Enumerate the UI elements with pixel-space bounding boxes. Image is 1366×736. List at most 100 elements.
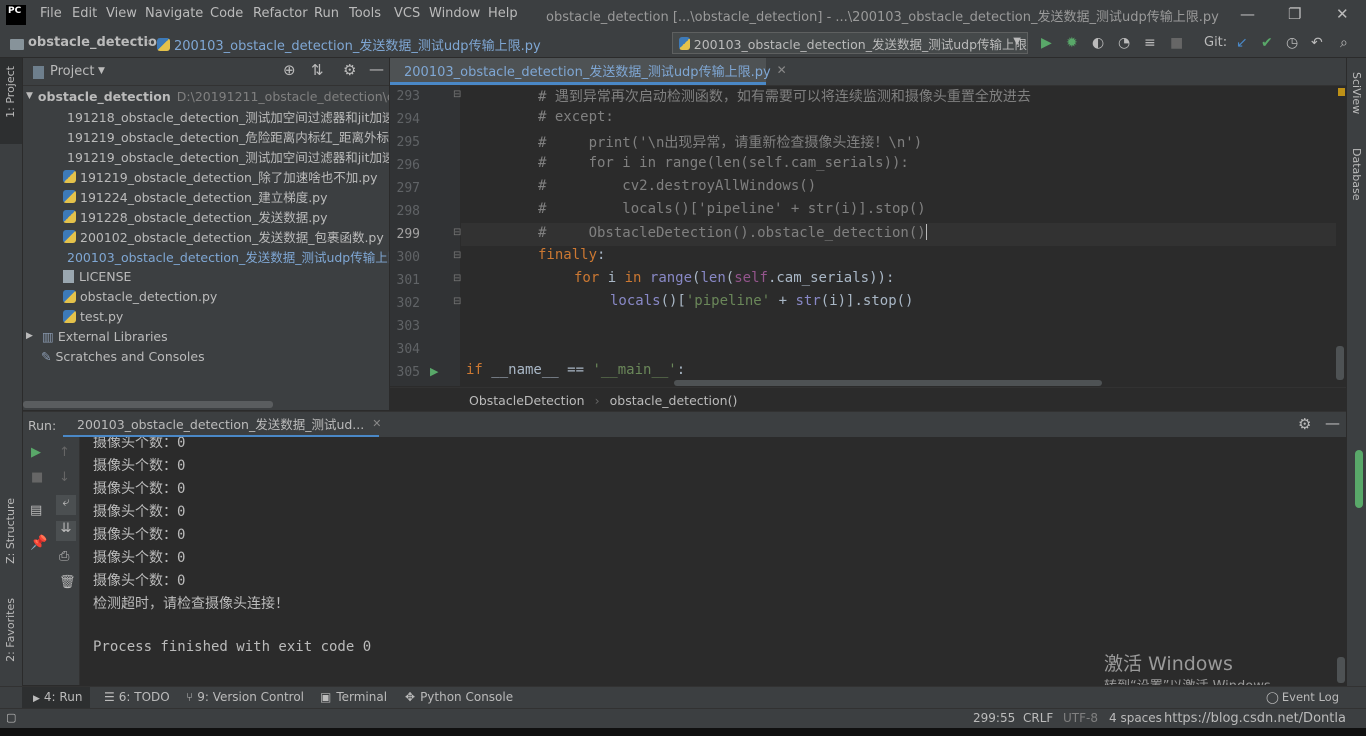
close-icon[interactable]: ✕ bbox=[372, 417, 381, 430]
file-item[interactable]: 191218_obstacle_detection_测试加空间过滤器和jit加速… bbox=[23, 106, 389, 126]
menu-help[interactable]: Help bbox=[488, 6, 518, 21]
close-icon[interactable]: ✕ bbox=[777, 63, 787, 77]
file-item[interactable]: 191224_obstacle_detection_建立梯度.py bbox=[23, 186, 389, 206]
run-toolbar: ▶ ■ ▤ 📌 ↑ ↓ ⤶ ⇊ ⎙ 🗑 bbox=[23, 437, 80, 685]
tool-tab-python-console[interactable]: ✥ Python Console bbox=[405, 690, 513, 704]
stop-icon[interactable]: ■ bbox=[1170, 35, 1183, 51]
hide-panel-icon[interactable]: — bbox=[369, 60, 384, 78]
file-item[interactable]: 200102_obstacle_detection_发送数据_包裹函数.py bbox=[23, 226, 389, 246]
run-tab[interactable]: 200103_obstacle_detection_发送数据_测试ud... ✕ bbox=[63, 412, 381, 438]
layout-icon[interactable]: ▤ bbox=[30, 503, 42, 518]
hide-panel-icon[interactable]: — bbox=[1325, 414, 1340, 432]
soft-wrap-icon[interactable]: ⤶ bbox=[56, 495, 76, 515]
scrollbar-thumb[interactable] bbox=[1336, 346, 1344, 380]
arrow-up-icon[interactable]: ↑ bbox=[59, 445, 70, 460]
menu-refactor[interactable]: Refactor bbox=[253, 6, 308, 21]
file-item[interactable]: obstacle_detection.py bbox=[23, 286, 389, 306]
menu-view[interactable]: View bbox=[106, 6, 137, 21]
code-editor[interactable]: # 遇到异常再次启动检测函数，如有需要可以将连续监测和摄像头重置全放进去 # e… bbox=[461, 86, 1336, 386]
run-console[interactable]: 摄像头个数：0 摄像头个数：0 摄像头个数：0 摄像头个数：0 摄像头个数：0 … bbox=[80, 437, 1336, 685]
menu-window[interactable]: Window bbox=[429, 6, 480, 21]
print-icon[interactable]: ⎙ bbox=[59, 549, 69, 564]
vcs-update-icon[interactable]: ↙ bbox=[1236, 35, 1248, 51]
scroll-to-end-icon[interactable]: ⇊ bbox=[56, 521, 76, 541]
nav-file[interactable]: 200103_obstacle_detection_发送数据_测试udp传输上限… bbox=[174, 35, 541, 54]
menu-run[interactable]: Run bbox=[314, 6, 339, 21]
gear-icon[interactable]: ⚙ bbox=[1298, 415, 1311, 433]
git-branch-status[interactable]: https://blog.csdn.net/Dontla bbox=[1164, 711, 1346, 726]
editor-vertical-scrollbar[interactable] bbox=[1336, 86, 1346, 386]
tool-tab-project[interactable]: 1: Project bbox=[4, 66, 17, 118]
menu-navigate[interactable]: Navigate bbox=[145, 6, 203, 21]
minimize-button[interactable]: — bbox=[1240, 5, 1255, 23]
editor-horizontal-scrollbar[interactable] bbox=[674, 380, 1102, 386]
line-number: 300 bbox=[396, 250, 420, 265]
file-item[interactable]: 191219_obstacle_detection_测试加空间过滤器和jit加速… bbox=[23, 146, 389, 166]
tool-tab-favorites[interactable]: 2: Favorites bbox=[4, 598, 17, 662]
profile-icon[interactable]: ◔ bbox=[1118, 35, 1130, 51]
rollback-icon[interactable]: ↶ bbox=[1311, 35, 1323, 51]
menu-code[interactable]: Code bbox=[210, 6, 243, 21]
file-item[interactable]: LICENSE bbox=[23, 266, 389, 286]
search-icon[interactable]: ⌕ bbox=[1340, 35, 1348, 51]
indent-setting[interactable]: 4 spaces bbox=[1109, 711, 1162, 725]
horizontal-scrollbar[interactable] bbox=[23, 401, 273, 408]
status-bar: ▢ 299:55 CRLF UTF-8 4 spaces https://blo… bbox=[0, 708, 1366, 729]
line-separator[interactable]: CRLF bbox=[1023, 711, 1053, 725]
menu-vcs[interactable]: VCS bbox=[394, 6, 420, 21]
code-text: # ObstacleDetection().obstacle_detection… bbox=[538, 225, 926, 241]
trash-icon[interactable]: 🗑 bbox=[59, 575, 76, 590]
debug-icon[interactable]: ✹ bbox=[1066, 35, 1078, 51]
run-gutter-icon[interactable]: ▶ bbox=[430, 365, 438, 378]
activation-watermark-title: 激活 Windows bbox=[1104, 653, 1233, 675]
tool-tab-todo[interactable]: ☰ 6: TODO bbox=[104, 690, 170, 704]
tool-tab-event-log[interactable]: ◯ Event Log bbox=[1266, 690, 1339, 704]
run-configuration-select[interactable]: 200103_obstacle_detection_发送数据_测试udp传输上限… bbox=[672, 32, 1028, 54]
collapse-all-icon[interactable]: ⇅ bbox=[311, 61, 324, 79]
close-button[interactable]: ✕ bbox=[1336, 5, 1349, 23]
menu-tools[interactable]: Tools bbox=[349, 6, 381, 21]
project-panel-title[interactable]: Project bbox=[50, 64, 94, 79]
chevron-down-icon[interactable]: ▼ bbox=[98, 66, 105, 76]
scrollbar-thumb[interactable] bbox=[1337, 657, 1345, 683]
tool-tab-structure[interactable]: Z: Structure bbox=[4, 498, 17, 564]
rerun-icon[interactable]: ▶ bbox=[31, 445, 41, 460]
file-item[interactable]: 191219_obstacle_detection_危险距离内标红_距离外标绿 bbox=[23, 126, 389, 146]
file-encoding[interactable]: UTF-8 bbox=[1063, 711, 1098, 725]
tool-tab-sciview[interactable]: SciView bbox=[1350, 72, 1363, 114]
tool-tab-version-control[interactable]: ⑂ 9: Version Control bbox=[186, 690, 304, 704]
file-item[interactable]: 191219_obstacle_detection_除了加速啥也不加.py bbox=[23, 166, 389, 186]
tool-tab-terminal[interactable]: ▣ Terminal bbox=[320, 690, 387, 704]
restore-button[interactable]: ❐ bbox=[1288, 5, 1301, 23]
stop-icon[interactable]: ■ bbox=[31, 470, 43, 485]
run-icon[interactable]: ▶ bbox=[1041, 35, 1052, 51]
tool-tab-database[interactable]: Database bbox=[1350, 148, 1363, 201]
project-panel: Project ▼ ⊕ ⇅ ⚙ — ▼ obstacle_detection D… bbox=[23, 58, 389, 410]
file-item[interactable]: 191228_obstacle_detection_发送数据.py bbox=[23, 206, 389, 226]
external-libraries-item[interactable]: ▶ ▥ External Libraries bbox=[23, 326, 389, 346]
arrow-down-icon[interactable]: ↓ bbox=[59, 470, 70, 485]
console-line: Process finished with exit code 0 bbox=[93, 639, 372, 655]
python-file-icon bbox=[157, 38, 170, 51]
console-scrollbar[interactable] bbox=[1336, 437, 1346, 685]
concurrency-icon[interactable]: ≡ bbox=[1144, 35, 1156, 51]
scratches-item[interactable]: ✎ Scratches and Consoles bbox=[23, 346, 389, 366]
menu-edit[interactable]: Edit bbox=[72, 6, 97, 21]
console-progress-marker bbox=[1355, 450, 1363, 508]
caret-position[interactable]: 299:55 bbox=[973, 711, 1015, 725]
pin-icon[interactable]: 📌 bbox=[30, 535, 47, 551]
editor-tab-active[interactable]: 200103_obstacle_detection_发送数据_测试udp传输上限… bbox=[390, 58, 787, 85]
breadcrumb-class[interactable]: ObstacleDetection bbox=[469, 393, 585, 408]
file-item-selected[interactable]: 200103_obstacle_detection_发送数据_测试udp传输上限… bbox=[23, 246, 389, 266]
locate-icon[interactable]: ⊕ bbox=[283, 61, 296, 79]
toggle-tool-windows-icon[interactable]: ▢ bbox=[6, 711, 16, 724]
tree-root[interactable]: ▼ obstacle_detection D:\20191211_obstacl… bbox=[23, 86, 389, 106]
tool-tab-run[interactable]: ▶ 4: Run bbox=[33, 690, 82, 704]
file-item[interactable]: test.py bbox=[23, 306, 389, 326]
breadcrumb-method[interactable]: obstacle_detection() bbox=[610, 393, 738, 408]
vcs-commit-icon[interactable]: ✔ bbox=[1261, 35, 1273, 51]
menu-file[interactable]: File bbox=[40, 6, 62, 21]
coverage-icon[interactable]: ◐ bbox=[1092, 35, 1104, 51]
gear-icon[interactable]: ⚙ bbox=[343, 61, 356, 79]
history-icon[interactable]: ◷ bbox=[1286, 35, 1298, 51]
